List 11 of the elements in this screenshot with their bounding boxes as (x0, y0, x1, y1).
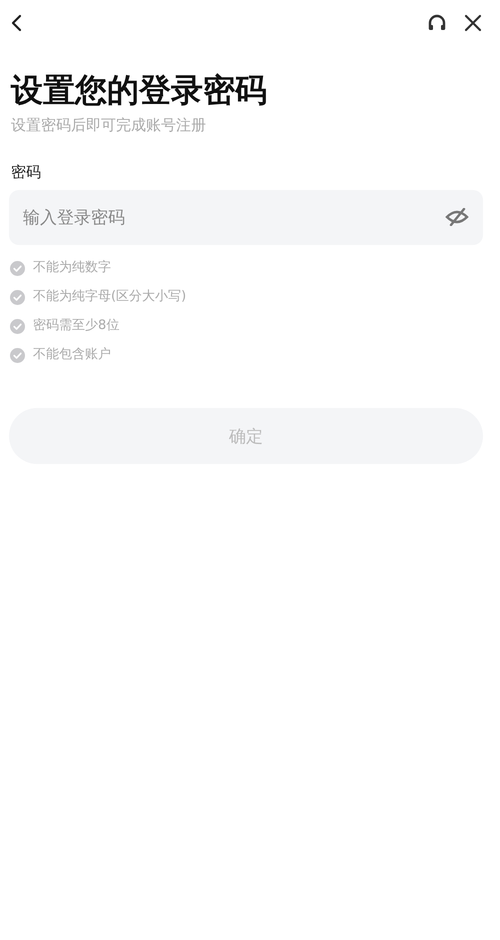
headphones-icon[interactable] (427, 13, 447, 33)
password-field[interactable]: 输入登录密码 (9, 190, 483, 245)
rule-text: 不能为纯字母(区分大小写) (33, 288, 186, 306)
rule-text: 密码需至少8位 (33, 317, 120, 335)
close-icon[interactable] (463, 13, 483, 33)
rule-text: 不能为纯数字 (33, 259, 111, 277)
rule-text: 不能包含账户 (33, 346, 111, 364)
field-label: 密码 (11, 163, 42, 182)
page-title: 设置您的登录密码 (11, 70, 268, 111)
eye-hidden-icon[interactable] (445, 208, 469, 226)
subtitle: 设置密码后即可完成账号注册 (11, 116, 207, 135)
